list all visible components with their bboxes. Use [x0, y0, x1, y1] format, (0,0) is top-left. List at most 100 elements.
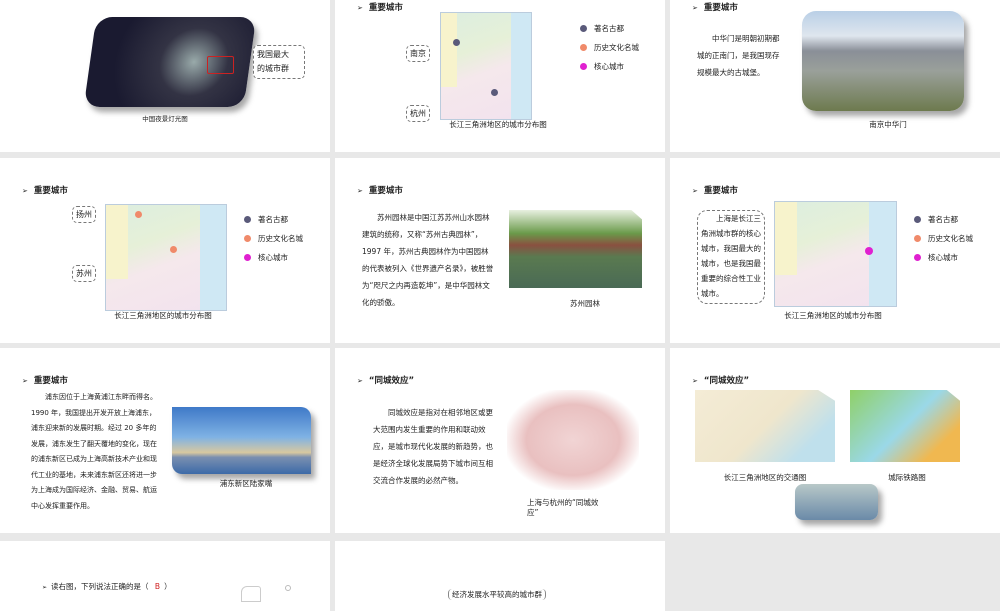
callout-line: 我国最大 — [257, 50, 289, 59]
nanjing-marker — [453, 39, 460, 46]
callout-yangzhou: 扬州 — [72, 206, 96, 223]
image-caption: 苏州园林 — [570, 299, 600, 308]
legend-item: 核心城市 — [244, 248, 303, 267]
yangtze-delta-city-map — [774, 201, 897, 307]
legend-item: 著名古都 — [580, 19, 639, 38]
title-text: 重要城市 — [368, 186, 403, 196]
slide-thumbnail-2[interactable]: ➢ 重要城市 南京 杭州 著名古都 历史文化名城 核心城市 长江三角洲地区的城市分… — [335, 0, 665, 152]
traffic-map-image — [695, 390, 835, 462]
slide-thumbnail-11[interactable]: 经济发展水平较高的城市群 — [335, 541, 665, 611]
legend-item: 著名古都 — [244, 210, 303, 229]
callout-hangzhou: 杭州 — [406, 105, 430, 122]
ancient-capital-icon — [580, 25, 587, 32]
core-city-icon — [914, 254, 921, 261]
slide-thumbnail-3[interactable]: ➢ 重要城市 中华门是明朝初期都城的正南门，是我国现存规模最大的古城堡。 南京中华… — [670, 0, 1000, 152]
title-text: 重要城市 — [703, 186, 738, 196]
legend-label: 历史文化名城 — [928, 234, 973, 243]
slide-thumbnail-6[interactable]: ➢ 重要城市 上海是长江三角洲城市群的核心城市，我国最大的城市，也是我国最重要的综… — [670, 158, 1000, 343]
core-city-icon — [244, 254, 251, 261]
callout-line: 的城市群 — [257, 64, 289, 73]
title-text: “同城效应” — [368, 376, 415, 386]
legend-item: 核心城市 — [914, 248, 973, 267]
legend-label: 历史文化名城 — [594, 43, 639, 52]
image-caption: 南京中华门 — [869, 120, 907, 129]
legend-label: 核心城市 — [258, 253, 288, 262]
legend-label: 著名古都 — [258, 215, 288, 224]
callout-largest-city-cluster: 我国最大 的城市群 — [253, 45, 305, 79]
slide-thumbnail-9[interactable]: ➢ “同城效应” 长江三角洲地区的交通图 城际铁路图 — [670, 348, 1000, 533]
callout-suzhou: 苏州 — [72, 265, 96, 282]
answer-text: B — [154, 582, 161, 591]
bullet-arrow-icon: ➢ — [357, 4, 363, 12]
historic-city-icon — [580, 44, 587, 51]
legend-item: 著名古都 — [914, 210, 973, 229]
title-text: 重要城市 — [703, 3, 738, 13]
bullet-arrow-icon: ➢ — [692, 4, 698, 12]
suzhou-garden-image — [509, 210, 642, 288]
yangzhou-marker — [135, 211, 142, 218]
legend-label: 著名古都 — [928, 215, 958, 224]
ancient-capital-icon — [244, 216, 251, 223]
slide-body-text: 同城效应是指对在相邻地区或更大范围内发生重要的作用和联动效应，是城市现代化发展的… — [373, 408, 493, 485]
slide-title: ➢ 重要城市 — [692, 1, 738, 13]
slide-body-text: 苏州园林是中国江苏苏州山水园林建筑的统称，又称“苏州古典园林”， 1997 年，… — [362, 213, 494, 307]
legend-label: 历史文化名城 — [258, 234, 303, 243]
slide-title: ➢ 重要城市 — [22, 374, 68, 386]
bullet-arrow-icon: ➢ — [22, 187, 28, 195]
legend-icon — [285, 585, 291, 591]
map-legend: 著名古都 历史文化名城 核心城市 — [244, 210, 303, 267]
slide-title: ➢ 重要城市 — [692, 184, 738, 196]
slide-thumbnail-10[interactable]: ➢ 读右图，下列说法正确的是（ B） — [0, 541, 330, 611]
suzhou-marker — [170, 246, 177, 253]
image-caption: 城际铁路图 — [888, 473, 926, 482]
title-text: 重要城市 — [368, 3, 403, 13]
bullet-arrow-icon: ➢ — [692, 187, 698, 195]
slide-title: ➢ 重要城市 — [357, 1, 403, 13]
shanghai-marker — [865, 247, 873, 255]
legend-item: 历史文化名城 — [244, 229, 303, 248]
map-caption: 长江三角洲地区的城市分布图 — [449, 120, 547, 129]
banner-image — [795, 484, 878, 520]
slide-title: ➢ “同城效应” — [357, 374, 414, 386]
legend-label: 核心城市 — [594, 62, 624, 71]
yangtze-delta-city-map — [105, 204, 227, 311]
legend-item: 核心城市 — [580, 57, 639, 76]
bullet-arrow-icon: ➢ — [692, 377, 698, 385]
map-caption: 长江三角洲地区的城市分布图 — [114, 311, 212, 320]
image-caption: 中国夜景灯光图 — [142, 115, 188, 123]
bullet-arrow-icon: ➢ — [42, 584, 48, 591]
callout-nanjing: 南京 — [406, 45, 430, 62]
bullet-arrow-icon: ➢ — [357, 377, 363, 385]
tongcheng-cartoon-image — [507, 390, 639, 490]
bullet-arrow-icon: ➢ — [357, 187, 363, 195]
slide-title: ➢ 重要城市 — [22, 184, 68, 196]
slide-thumbnail-7[interactable]: ➢ 重要城市 浦东因位于上海黄浦江东畔而得名。 1990 年，我国提出开发开放上海… — [0, 348, 330, 533]
image-caption: 上海与杭州的“同城效应” — [527, 498, 599, 517]
map-legend: 著名古都 历史文化名城 核心城市 — [580, 19, 639, 76]
slide-thumbnail-1[interactable]: 我国最大 的城市群 中国夜景灯光图 — [0, 0, 330, 152]
yangtze-delta-city-map — [440, 12, 532, 120]
slide-body-text: 浦东因位于上海黄浦江东畔而得名。 1990 年，我国提出开发开放上海浦东，浦东迎… — [31, 393, 157, 510]
callout-shanghai: 上海是长江三角洲城市群的核心城市，我国最大的城市，也是我国最重要的综合性工业城市… — [697, 210, 765, 304]
slide-thumbnail-5[interactable]: ➢ 重要城市 苏州园林是中国江苏苏州山水园林建筑的统称，又称“苏州古典园林”， 1… — [335, 158, 665, 343]
map-caption: 长江三角洲地区的城市分布图 — [784, 311, 882, 320]
legend-item: 历史文化名城 — [914, 229, 973, 248]
historic-city-icon — [914, 235, 921, 242]
slide-title: ➢ 重要城市 — [357, 184, 403, 196]
slide-thumbnail-8[interactable]: ➢ “同城效应” 同城效应是指对在相邻地区或更大范围内发生重要的作用和联动效应，是… — [335, 348, 665, 533]
question-text: ➢ 读右图，下列说法正确的是（ B） — [42, 581, 172, 592]
slide-title: ➢ “同城效应” — [692, 374, 749, 386]
zhonghua-gate-image — [802, 11, 964, 111]
bullet-arrow-icon: ➢ — [22, 377, 28, 385]
intercity-railway-map-image — [850, 390, 960, 462]
legend-label: 著名古都 — [594, 24, 624, 33]
legend-item: 历史文化名城 — [580, 38, 639, 57]
lujiazui-image — [172, 407, 311, 474]
title-text: 重要城市 — [33, 186, 68, 196]
hangzhou-marker — [491, 89, 498, 96]
slide-thumbnail-4[interactable]: ➢ 重要城市 扬州 苏州 著名古都 历史文化名城 核心城市 长江三角洲地区的城市分… — [0, 158, 330, 343]
historic-city-icon — [244, 235, 251, 242]
image-caption: 浦东新区陆家嘴 — [219, 479, 273, 488]
question-end: ） — [164, 582, 172, 591]
city-cluster-label: 经济发展水平较高的城市群 — [448, 589, 546, 600]
